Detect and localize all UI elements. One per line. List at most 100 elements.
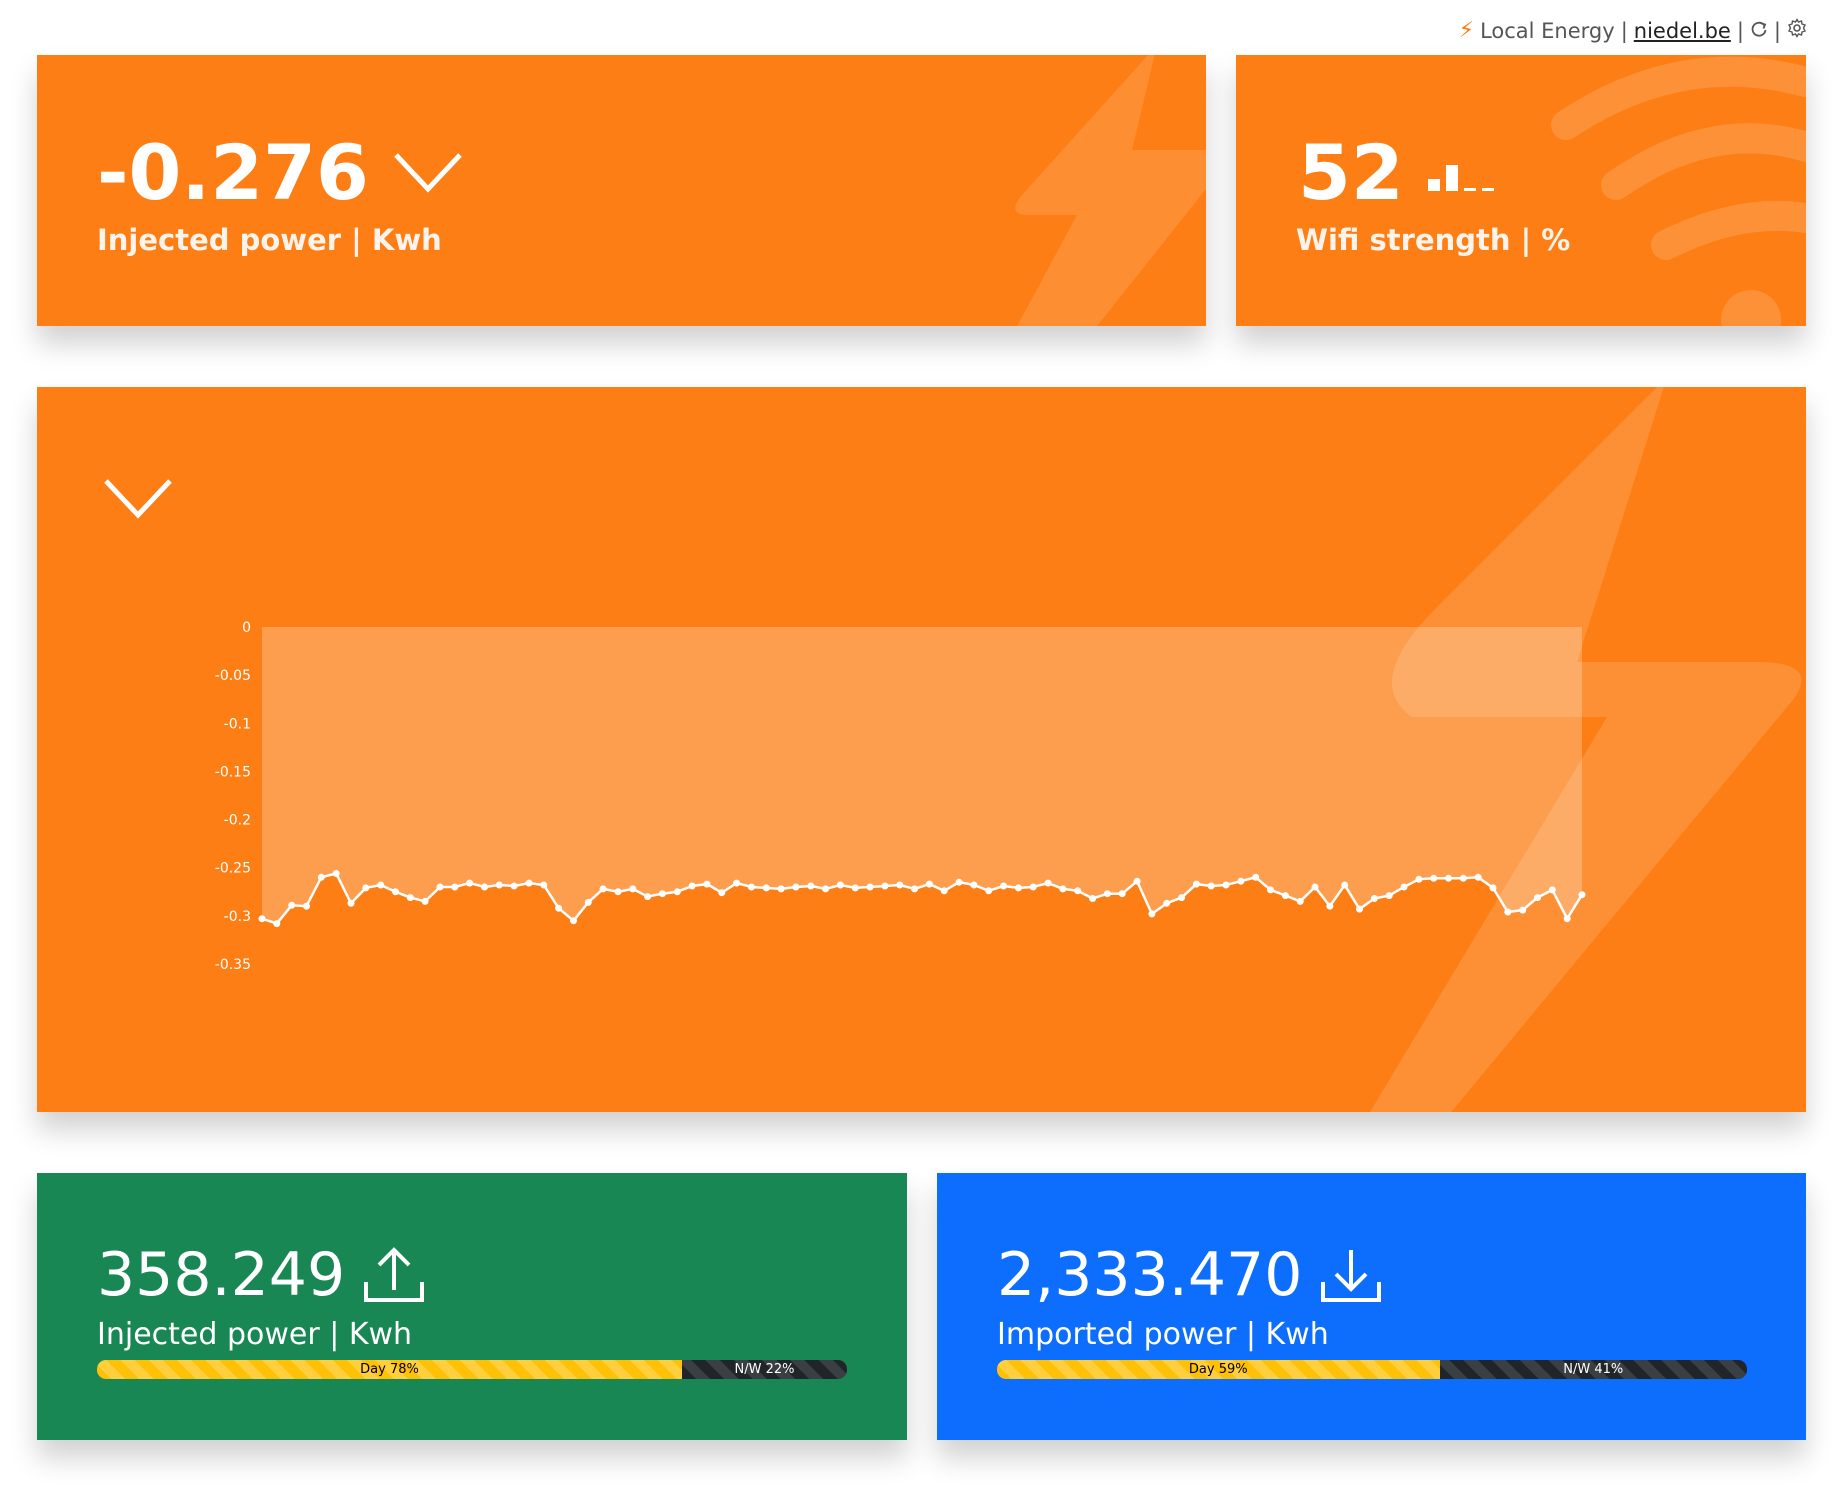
data-point[interactable] [866, 883, 874, 891]
data-point[interactable] [881, 882, 889, 890]
data-point[interactable] [1000, 882, 1008, 890]
data-point[interactable] [258, 915, 266, 923]
data-point[interactable] [392, 888, 399, 896]
data-point[interactable] [1296, 897, 1304, 905]
data-point[interactable] [1029, 883, 1037, 891]
data-point[interactable] [836, 881, 844, 889]
data-point[interactable] [555, 904, 563, 912]
data-point[interactable] [510, 882, 518, 890]
data-point[interactable] [1445, 874, 1452, 882]
data-point[interactable] [1430, 874, 1438, 882]
data-point[interactable] [614, 888, 622, 896]
data-point[interactable] [644, 893, 652, 901]
data-point[interactable] [925, 880, 933, 888]
data-point[interactable] [1326, 902, 1334, 910]
data-point[interactable] [1267, 886, 1274, 894]
injected-now-label: Injected power | Kwh [97, 223, 442, 257]
data-point[interactable] [525, 879, 533, 887]
data-point[interactable] [1578, 891, 1586, 899]
app-title: Local Energy [1480, 18, 1615, 43]
data-point[interactable] [851, 884, 859, 892]
data-point[interactable] [1133, 877, 1141, 885]
data-point[interactable] [807, 882, 815, 890]
data-point[interactable] [688, 882, 696, 890]
data-point[interactable] [658, 890, 666, 898]
data-point[interactable] [1059, 885, 1067, 893]
data-point[interactable] [718, 889, 726, 897]
wifi-icon [1551, 56, 1806, 326]
data-point[interactable] [792, 883, 800, 891]
data-point[interactable] [1548, 886, 1556, 894]
data-point[interactable] [303, 902, 310, 910]
data-point[interactable] [1459, 874, 1467, 882]
data-point[interactable] [911, 885, 919, 893]
data-point[interactable] [1118, 890, 1126, 898]
data-point[interactable] [1089, 895, 1097, 902]
data-point[interactable] [1014, 884, 1022, 892]
data-point[interactable] [273, 920, 281, 928]
data-point[interactable] [777, 885, 785, 893]
data-point[interactable] [495, 881, 503, 889]
data-point[interactable] [985, 887, 993, 895]
data-point[interactable] [1415, 875, 1423, 883]
data-point[interactable] [1519, 906, 1527, 914]
data-point[interactable] [406, 894, 414, 902]
data-point[interactable] [421, 897, 429, 905]
data-point[interactable] [629, 885, 637, 893]
data-point[interactable] [1489, 884, 1497, 892]
data-point[interactable] [317, 873, 325, 881]
data-point[interactable] [1385, 892, 1393, 900]
data-point[interactable] [481, 883, 488, 891]
data-point[interactable] [1178, 894, 1186, 902]
data-point[interactable] [896, 881, 904, 889]
niedel-link[interactable]: niedel.be [1634, 19, 1731, 43]
data-point[interactable] [1192, 880, 1200, 888]
data-point[interactable] [1252, 873, 1260, 881]
data-point[interactable] [1400, 883, 1408, 891]
data-point[interactable] [940, 887, 948, 895]
data-point[interactable] [1281, 892, 1289, 900]
data-point[interactable] [1341, 881, 1349, 889]
data-point[interactable] [362, 884, 370, 892]
data-point[interactable] [955, 878, 963, 886]
data-point[interactable] [1103, 890, 1111, 898]
y-tick-label: -0.05 [215, 668, 251, 684]
data-point[interactable] [1148, 910, 1156, 918]
data-point[interactable] [1370, 895, 1378, 902]
data-point[interactable] [747, 883, 755, 891]
data-point[interactable] [1207, 882, 1215, 890]
data-point[interactable] [1163, 899, 1171, 907]
data-point[interactable] [451, 883, 459, 891]
data-point[interactable] [970, 881, 978, 889]
data-point[interactable] [1534, 894, 1541, 902]
data-point[interactable] [1222, 881, 1230, 889]
data-point[interactable] [1504, 908, 1512, 916]
data-point[interactable] [466, 879, 474, 887]
data-point[interactable] [822, 885, 830, 893]
data-point[interactable] [347, 899, 355, 907]
data-point[interactable] [703, 880, 711, 888]
data-point[interactable] [1237, 877, 1245, 885]
data-point[interactable] [436, 883, 444, 891]
data-point[interactable] [288, 901, 296, 909]
data-point[interactable] [1311, 883, 1319, 891]
data-point[interactable] [673, 888, 681, 896]
gear-icon[interactable] [1787, 18, 1807, 43]
data-point[interactable] [377, 881, 385, 889]
imported-total-label: Imported power | Kwh [997, 1317, 1329, 1352]
data-point[interactable] [1044, 879, 1052, 887]
data-point[interactable] [332, 870, 340, 877]
refresh-icon[interactable] [1750, 19, 1768, 43]
data-point[interactable] [1356, 905, 1363, 913]
data-point[interactable] [599, 885, 607, 893]
data-point[interactable] [1563, 915, 1571, 923]
data-point[interactable] [1074, 887, 1082, 895]
data-point[interactable] [762, 884, 770, 892]
data-point[interactable] [540, 881, 548, 889]
y-tick-label: -0.2 [224, 813, 251, 829]
data-point[interactable] [570, 917, 577, 925]
data-point[interactable] [584, 898, 592, 906]
separator: | [1620, 18, 1628, 43]
data-point[interactable] [1474, 873, 1482, 881]
data-point[interactable] [733, 879, 741, 887]
